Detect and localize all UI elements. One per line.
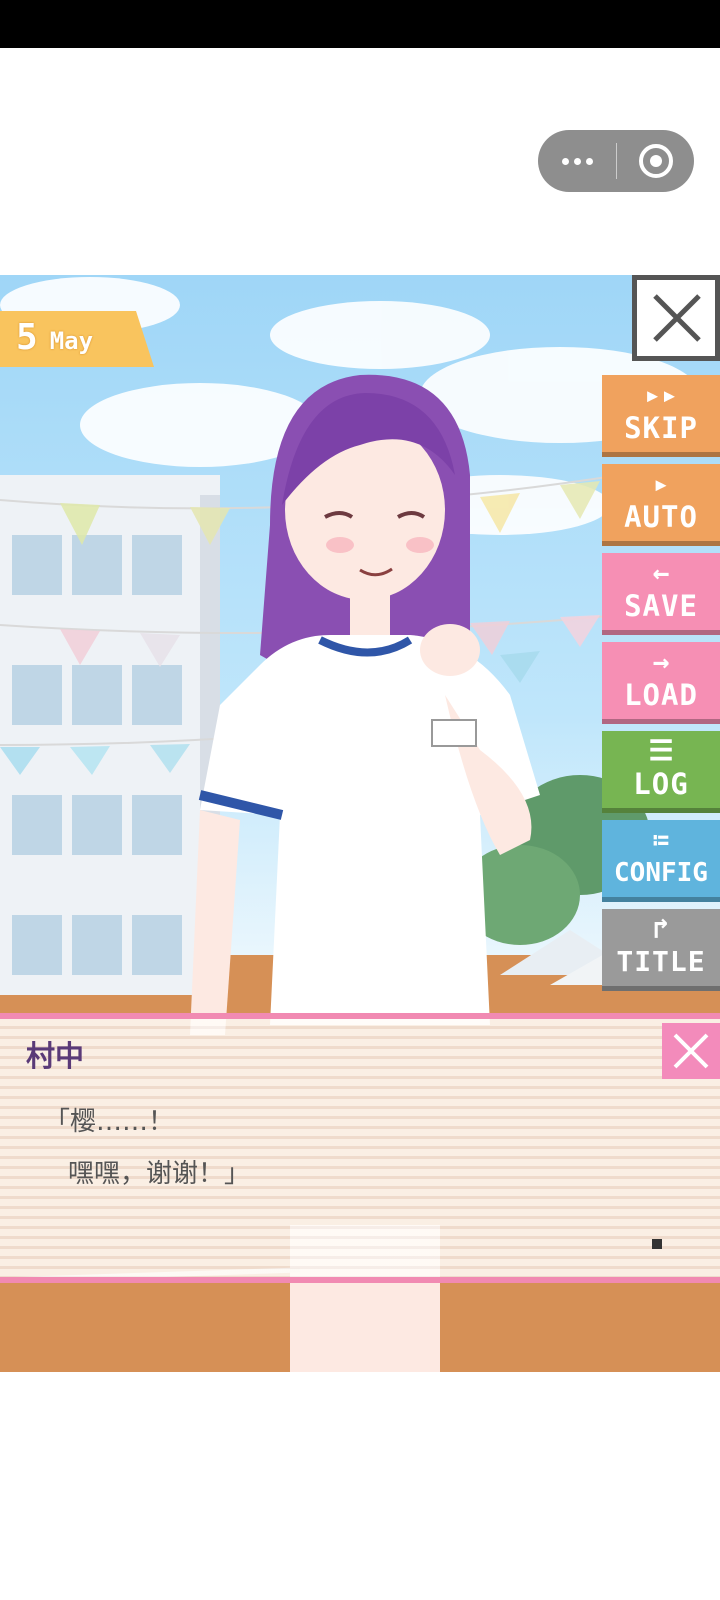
target-close-icon[interactable] bbox=[617, 130, 694, 192]
title-label: TITLE bbox=[616, 945, 706, 978]
log-lines-icon: ☰ bbox=[648, 734, 674, 767]
log-label: LOG bbox=[633, 767, 689, 801]
play-icon: ▸ bbox=[652, 467, 670, 500]
next-indicator-icon bbox=[652, 1239, 662, 1249]
more-dots-icon[interactable] bbox=[538, 130, 616, 192]
config-button[interactable]: ≔ CONFIG bbox=[602, 820, 720, 902]
arrow-right-icon: → bbox=[652, 645, 670, 678]
game-screen[interactable]: 5 May ▸▸ SKIP ▸ AUTO ← SAVE → LOAD ☰ LOG bbox=[0, 275, 720, 1372]
dialog-close-button[interactable] bbox=[662, 1023, 720, 1079]
list-icon: ≔ bbox=[652, 823, 670, 856]
turn-arrow-icon: ↱ bbox=[652, 912, 670, 945]
close-icon bbox=[653, 294, 701, 342]
status-bar bbox=[0, 0, 720, 48]
dialogue-box[interactable]: 村中 「樱……！ 嘿嘿，谢谢！」 bbox=[0, 1013, 720, 1283]
game-close-button[interactable] bbox=[632, 275, 720, 361]
auto-button[interactable]: ▸ AUTO bbox=[602, 464, 720, 546]
skip-button[interactable]: ▸▸ SKIP bbox=[602, 375, 720, 457]
save-button[interactable]: ← SAVE bbox=[602, 553, 720, 635]
date-badge: 5 May bbox=[0, 311, 154, 367]
auto-label: AUTO bbox=[624, 500, 698, 534]
skip-label: SKIP bbox=[624, 411, 698, 445]
dialogue-line-2: 嘿嘿，谢谢！」 bbox=[68, 1159, 251, 1189]
close-icon bbox=[673, 1033, 709, 1069]
load-button[interactable]: → LOAD bbox=[602, 642, 720, 724]
side-menu: ▸▸ SKIP ▸ AUTO ← SAVE → LOAD ☰ LOG ≔ CON… bbox=[602, 375, 720, 998]
fast-forward-icon: ▸▸ bbox=[644, 378, 678, 411]
speaker-name: 村中 bbox=[26, 1039, 85, 1073]
log-button[interactable]: ☰ LOG bbox=[602, 731, 720, 813]
date-day: 5 bbox=[16, 317, 38, 358]
mini-program-capsule bbox=[538, 130, 694, 192]
dialogue-line-1: 「樱……！ bbox=[44, 1107, 175, 1137]
arrow-left-icon: ← bbox=[652, 556, 670, 589]
config-label: CONFIG bbox=[614, 858, 708, 888]
date-month: May bbox=[49, 327, 94, 355]
save-label: SAVE bbox=[624, 589, 698, 623]
title-button[interactable]: ↱ TITLE bbox=[602, 909, 720, 991]
load-label: LOAD bbox=[624, 678, 698, 712]
